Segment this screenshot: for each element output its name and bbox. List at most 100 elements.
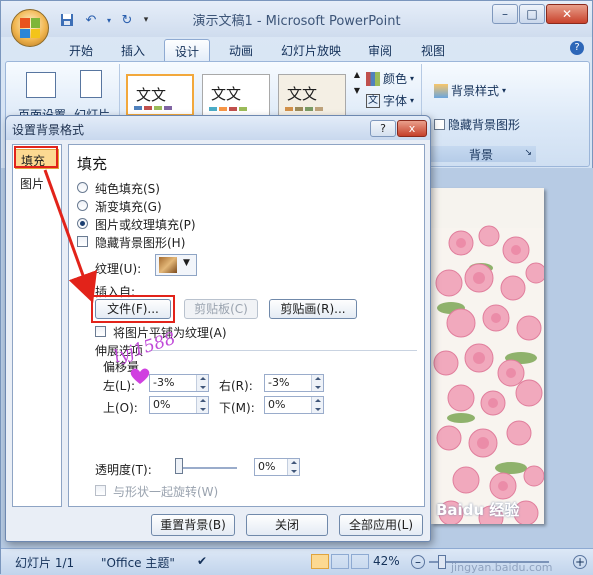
tab-animations[interactable]: 动画 xyxy=(219,39,263,61)
rotate-with-shape-check[interactable] xyxy=(95,485,106,496)
texture-picker[interactable]: ▼ xyxy=(155,254,197,276)
slideshow-view-icon[interactable] xyxy=(351,554,369,569)
theme-thumbnail-2[interactable]: 文文 xyxy=(202,74,270,116)
transparency-slider-thumb[interactable] xyxy=(175,458,183,474)
zoom-in-icon[interactable]: + xyxy=(573,555,587,569)
dialog-title-bar: 设置背景格式 ? x xyxy=(6,116,430,140)
clipart-button[interactable]: 剪贴画(R)... xyxy=(269,299,357,319)
tab-insert[interactable]: 插入 xyxy=(111,39,155,61)
help-icon[interactable]: ? xyxy=(570,41,584,55)
transparency-label: 透明度(T): xyxy=(95,463,152,477)
checkbox-icon xyxy=(434,119,445,130)
title-bar: ↶ ▾ ↻ ▾ 演示文稿1 - Microsoft PowerPoint – □… xyxy=(1,1,592,37)
solid-fill-label: 纯色填充(S) xyxy=(95,182,160,196)
background-group-label: 背景 xyxy=(426,146,536,162)
ribbon-tabs: 开始 插入 设计 动画 幻灯片放映 审阅 视图 xyxy=(1,37,592,61)
hide-background-graphics-checkbox[interactable]: 隐藏背景图形 xyxy=(434,116,520,133)
dialog-title: 设置背景格式 xyxy=(12,123,85,137)
category-list: 填充 图片 xyxy=(12,144,62,507)
spinner-arrows-icon[interactable] xyxy=(196,375,208,391)
spinner-arrows-icon[interactable] xyxy=(311,375,323,391)
slide-sorter-icon[interactable] xyxy=(331,554,349,569)
spinner-arrows-icon[interactable] xyxy=(196,397,208,413)
gradient-fill-radio[interactable] xyxy=(77,200,88,211)
spinner-arrows-icon[interactable] xyxy=(287,459,299,475)
chevron-down-icon: ▾ xyxy=(410,96,415,105)
tab-slideshow[interactable]: 幻灯片放映 xyxy=(271,39,351,61)
left-offset-spinner[interactable]: -3% xyxy=(149,374,209,392)
theme-name: "Office 主题" xyxy=(101,556,175,570)
chevron-down-icon: ▾ xyxy=(502,86,507,95)
top-offset-spinner[interactable]: 0% xyxy=(149,396,209,414)
dialog-help-button[interactable]: ? xyxy=(370,120,396,137)
normal-view-icon[interactable] xyxy=(311,554,329,569)
minimize-button[interactable]: – xyxy=(492,4,518,24)
left-offset-value: -3% xyxy=(153,376,175,389)
zoom-out-icon[interactable]: – xyxy=(411,555,425,569)
colors-icon xyxy=(366,71,380,86)
office-logo-icon xyxy=(20,18,40,38)
background-styles-button[interactable]: 背景样式 ▾ xyxy=(434,82,506,99)
right-offset-value: -3% xyxy=(268,376,290,389)
top-offset-value: 0% xyxy=(153,398,171,411)
maximize-button[interactable]: □ xyxy=(519,4,545,24)
bottom-offset-spinner[interactable]: 0% xyxy=(264,396,324,414)
apply-to-all-button[interactable]: 全部应用(L) xyxy=(339,514,423,536)
clipboard-button[interactable]: 剪贴板(C) xyxy=(184,299,258,319)
tab-home[interactable]: 开始 xyxy=(59,39,103,61)
format-background-dialog: 设置背景格式 ? x 填充 图片 填充 纯色填充(S) 渐变填充(G) 图片或纹… xyxy=(5,115,431,542)
gradient-fill-label: 渐变填充(G) xyxy=(95,200,162,214)
fill-pane: 填充 纯色填充(S) 渐变填充(G) 图片或纹理填充(P) 隐藏背景图形(H) … xyxy=(68,144,425,507)
theme-thumb-text: 文文 xyxy=(287,85,318,103)
fonts-icon: 文 xyxy=(366,93,380,108)
colors-label: 颜色 xyxy=(383,72,408,86)
fonts-label: 字体 xyxy=(383,94,408,108)
spinner-arrows-icon[interactable] xyxy=(311,397,323,413)
theme-thumbnail-3[interactable]: 文文 xyxy=(278,74,346,116)
texture-label: 纹理(U): xyxy=(95,262,142,276)
tile-picture-check[interactable] xyxy=(95,326,106,337)
transparency-slider-track[interactable] xyxy=(177,467,237,469)
dialog-close-button[interactable]: x xyxy=(397,120,427,137)
rotate-with-shape-label: 与形状一起旋转(W) xyxy=(113,485,219,499)
picture-texture-fill-radio[interactable] xyxy=(77,218,88,229)
spell-check-icon[interactable]: ✔ xyxy=(197,554,207,568)
slide-counter: 幻灯片 1/1 xyxy=(15,556,75,570)
theme-fonts-button[interactable]: 文 字体 ▾ xyxy=(366,92,414,109)
tab-review[interactable]: 审阅 xyxy=(358,39,402,61)
office-button[interactable] xyxy=(11,9,49,47)
zoom-slider-thumb[interactable] xyxy=(438,555,446,569)
view-buttons xyxy=(311,554,369,569)
solid-fill-radio[interactable] xyxy=(77,182,88,193)
slide-preview[interactable] xyxy=(431,188,544,524)
dialog-launcher-icon[interactable]: ↘ xyxy=(524,148,532,158)
hide-background-graphics-check[interactable] xyxy=(77,236,88,247)
tab-design[interactable]: 设计 xyxy=(164,39,211,61)
rose-background-image xyxy=(431,188,544,524)
bottom-offset-value: 0% xyxy=(268,398,286,411)
texture-swatch-icon xyxy=(159,257,177,273)
reset-background-button[interactable]: 重置背景(B) xyxy=(151,514,235,536)
pane-heading: 填充 xyxy=(77,155,108,173)
theme-colors-button[interactable]: 颜色 ▾ xyxy=(366,70,414,87)
picture-texture-fill-label: 图片或纹理填充(P) xyxy=(95,218,196,232)
right-offset-spinner[interactable]: -3% xyxy=(264,374,324,392)
category-picture[interactable]: 图片 xyxy=(15,173,59,193)
close-button[interactable]: 关闭 xyxy=(246,514,328,536)
heart-icon xyxy=(130,368,150,384)
transparency-spinner[interactable]: 0% xyxy=(254,458,300,476)
zoom-level[interactable]: 42% xyxy=(373,554,400,568)
page-setup-icon xyxy=(26,72,56,98)
bottom-offset-label: 下(M): xyxy=(219,401,255,415)
transparency-value: 0% xyxy=(258,460,276,473)
theme-thumb-text: 文文 xyxy=(211,85,242,103)
bg-styles-label: 背景样式 xyxy=(451,84,500,98)
watermark-url: jingyan.baidu.com xyxy=(451,561,553,574)
theme-gallery-scroll[interactable]: ▲ ▼ xyxy=(352,70,362,118)
status-bar: 幻灯片 1/1 "Office 主题" ✔ 42% – jingyan.baid… xyxy=(1,548,593,575)
baidu-watermark: Baidu 经验 xyxy=(436,501,520,519)
close-window-button[interactable]: ✕ xyxy=(546,4,588,24)
theme-thumbnail-office[interactable]: 文文 xyxy=(126,74,194,116)
background-group: 背景样式 ▾ 隐藏背景图形 背景 ↘ xyxy=(426,64,536,164)
tab-view[interactable]: 视图 xyxy=(411,39,455,61)
